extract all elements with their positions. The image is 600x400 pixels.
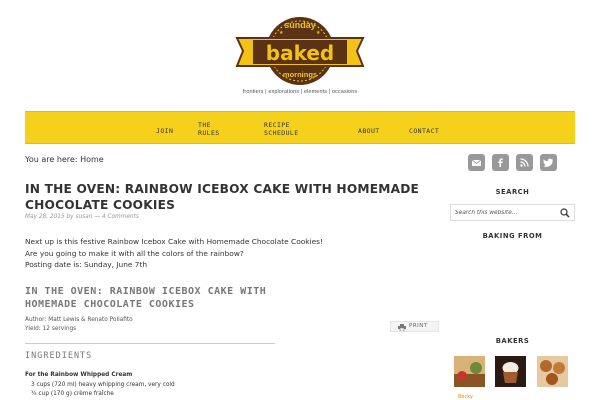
post-meta: May 28, 2015 by susan — 4 Comments (25, 214, 139, 220)
main-nav: JOIN THE RULES RECIPE SCHEDULE ABOUT CONTA… (25, 111, 575, 144)
recipe-author: Author: Matt Lewis & Renato Poliafito (25, 317, 133, 323)
baker-avatar[interactable] (454, 356, 485, 387)
ingredient-item: 3 cups (720 ml) heavy whipping cream, ve… (31, 382, 175, 388)
ingredient-list: 3 cups (720 ml) heavy whipping cream, ve… (31, 381, 175, 399)
search-input[interactable] (451, 205, 561, 220)
breadcrumb-home-link[interactable]: Home (80, 155, 104, 164)
search-icon[interactable] (560, 208, 570, 218)
baking-from-widget-title: BAKING FROM (482, 232, 543, 240)
bakers-widget-title: BAKERS (495, 337, 530, 345)
recipe-meta: Author: Matt Lewis & Renato Poliafito Yi… (25, 316, 133, 333)
post-body-line: Next up is this festive Rainbow Icebox C… (25, 237, 323, 246)
search-box (450, 204, 575, 221)
breadcrumb-prefix: You are here: (25, 155, 81, 164)
ingredient-subheading: For the Rainbow Whipped Cream (25, 372, 133, 378)
post-title: IN THE OVEN: RAINBOW ICEBOX CAKE WITH HO… (25, 182, 420, 212)
recipe-title: IN THE OVEN: RAINBOW ICEBOX CAKE WITH HO… (25, 286, 267, 310)
svg-text:★: ★ (316, 30, 321, 36)
nav-item-about[interactable]: ABOUT (358, 127, 380, 135)
nav-item-the-rules[interactable]: THE RULES (198, 121, 220, 137)
svg-text:★: ★ (279, 30, 284, 36)
site-logo[interactable]: sunday baked mornings ★ ★ (233, 10, 367, 92)
post-author-link[interactable]: susan (75, 214, 92, 220)
search-widget-title: SEARCH (495, 188, 530, 196)
twitter-icon[interactable] (540, 154, 557, 171)
site-tagline: frontiers | explorations | elements | oc… (242, 89, 358, 95)
meta-separator: — (94, 214, 101, 220)
logo-top-text: sunday (284, 20, 316, 30)
post-date: May 28, 2015 (25, 214, 65, 220)
rss-icon[interactable] (516, 154, 533, 171)
baker-avatar[interactable] (537, 356, 568, 387)
post-body: Next up is this festive Rainbow Icebox C… (25, 236, 425, 271)
breadcrumb: You are here: Home (25, 155, 104, 164)
post-body-line: Are you going to make it with all the co… (25, 248, 244, 258)
nav-item-contact[interactable]: CONTACT (409, 127, 439, 135)
baker-name-link[interactable]: Becky (458, 394, 473, 400)
logo-main-text: baked (266, 41, 334, 65)
baker-avatar[interactable] (495, 356, 526, 387)
logo-bottom-text: mornings (283, 70, 317, 79)
mail-icon[interactable] (468, 154, 485, 171)
nav-item-join[interactable]: JOIN (156, 127, 173, 135)
printer-icon (398, 324, 406, 331)
print-label: PRINT (409, 323, 428, 329)
nav-item-recipe-schedule[interactable]: RECIPE SCHEDULE (264, 121, 314, 137)
site-header: sunday baked mornings ★ ★ frontiers | ex… (0, 0, 600, 110)
ingredients-heading: INGREDIENTS (25, 351, 93, 361)
post-by: by (66, 214, 74, 220)
post-comments-link[interactable]: 4 Comments (102, 214, 139, 220)
section-divider (25, 343, 275, 344)
recipe-yield: Yield: 12 servings (25, 325, 77, 332)
ingredient-item: ¾ cup (170 g) crème fraîche (31, 391, 114, 397)
facebook-icon[interactable] (492, 154, 509, 171)
print-button[interactable]: PRINT (390, 321, 439, 332)
post-body-line: Posting date is: Sunday, June 7th (25, 260, 148, 269)
